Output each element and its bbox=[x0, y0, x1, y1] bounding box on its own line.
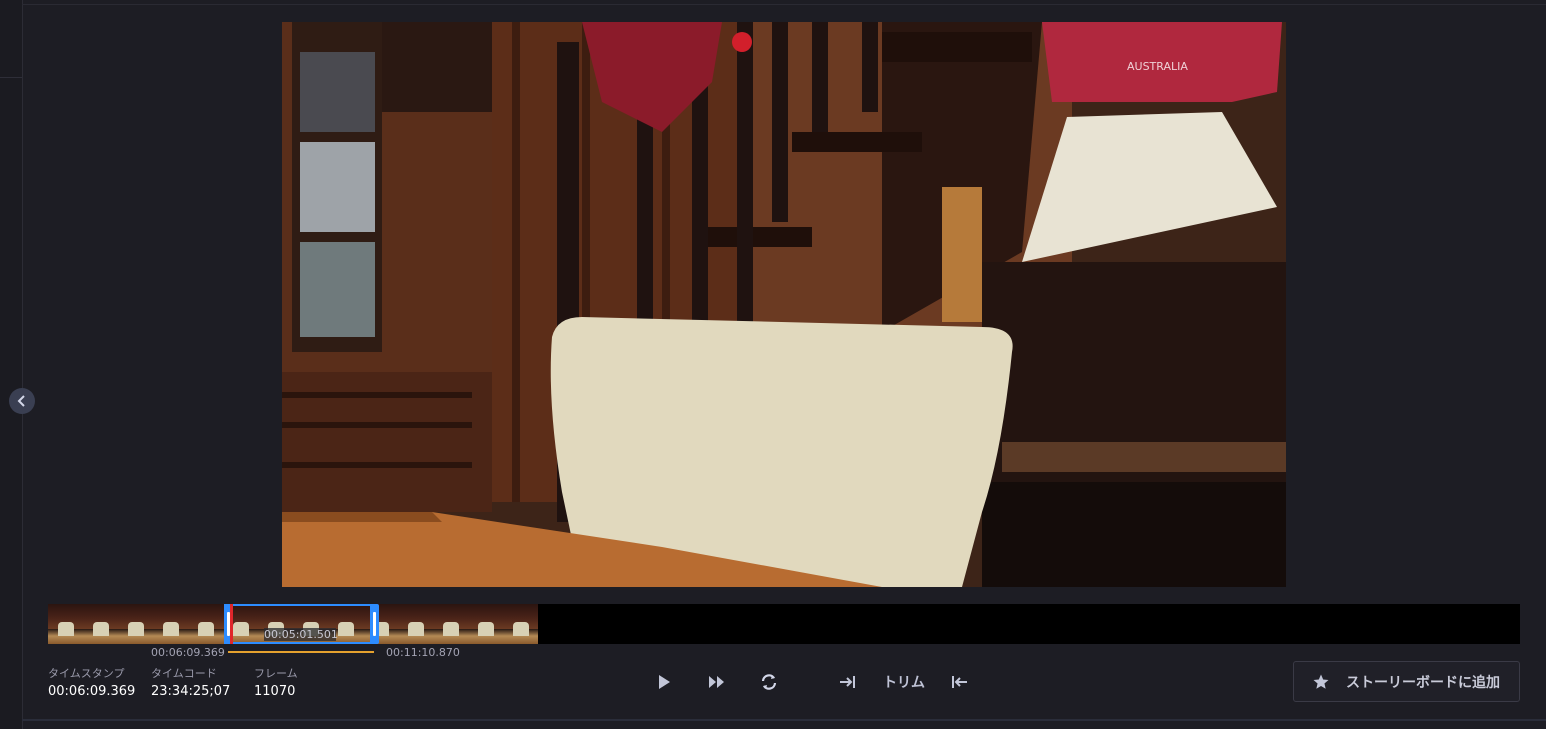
divider bbox=[22, 719, 1546, 721]
timecode-value: 23:34:25;07 bbox=[151, 684, 231, 699]
selection-end-handle[interactable] bbox=[370, 604, 379, 644]
thumbnail bbox=[48, 604, 83, 644]
timecode-label: タイムコード bbox=[151, 667, 217, 680]
frame-info: フレーム 11070 bbox=[254, 665, 298, 699]
timestamp-label: タイムスタンプ bbox=[48, 667, 125, 680]
thumbnail bbox=[118, 604, 153, 644]
frame-label: フレーム bbox=[254, 667, 298, 680]
video-frame: AUSTRALIA bbox=[282, 22, 1286, 587]
divider bbox=[0, 77, 22, 78]
collapse-panel-button[interactable] bbox=[9, 388, 35, 414]
fast-forward-control[interactable] bbox=[708, 675, 726, 689]
set-in-point-control[interactable] bbox=[839, 675, 857, 689]
loop-control[interactable] bbox=[760, 673, 778, 691]
selection-end-time: 00:11:10.870 bbox=[386, 646, 460, 659]
add-to-storyboard-button[interactable]: ストーリーボードに追加 bbox=[1293, 661, 1520, 702]
chevron-left-icon bbox=[17, 395, 25, 407]
loop-button[interactable] bbox=[760, 670, 778, 694]
selection-start-time: 00:06:09.369 bbox=[151, 646, 225, 659]
thumbnail bbox=[153, 604, 188, 644]
trim-button[interactable]: トリム bbox=[883, 670, 925, 694]
left-rail bbox=[0, 0, 23, 729]
play-control[interactable] bbox=[656, 674, 672, 690]
selection-range-line bbox=[228, 651, 374, 653]
bag-print-text: AUSTRALIA bbox=[1127, 60, 1188, 73]
selection-duration: 00:05:01.501 bbox=[264, 628, 338, 641]
timestamp-value: 00:06:09.369 bbox=[48, 684, 136, 699]
play-icon bbox=[659, 675, 670, 689]
timeline-track[interactable]: 00:05:01.501 bbox=[48, 604, 1520, 644]
timestamp-info: タイムスタンプ 00:06:09.369 bbox=[48, 665, 135, 699]
fast-forward-button[interactable] bbox=[708, 670, 726, 694]
set-in-point-icon bbox=[840, 676, 855, 688]
set-out-point-icon bbox=[952, 676, 967, 688]
set-out-point-control[interactable] bbox=[950, 675, 968, 689]
loop-icon bbox=[761, 674, 777, 690]
timecode-info: タイムコード 23:34:25;07 bbox=[151, 665, 230, 699]
frame-value: 11070 bbox=[254, 684, 296, 699]
play-button[interactable] bbox=[656, 670, 672, 694]
star-icon bbox=[1313, 674, 1329, 689]
divider bbox=[22, 4, 1546, 5]
thumbnail bbox=[83, 604, 118, 644]
video-player[interactable]: AUSTRALIA bbox=[282, 22, 1286, 587]
set-in-point-button[interactable] bbox=[839, 670, 857, 694]
thumbnail bbox=[503, 604, 538, 644]
thumbnail bbox=[468, 604, 503, 644]
set-out-point-button[interactable] bbox=[950, 670, 968, 694]
fast-forward-icon bbox=[709, 676, 724, 688]
thumbnail bbox=[188, 604, 223, 644]
thumbnail bbox=[398, 604, 433, 644]
thumbnail bbox=[433, 604, 468, 644]
trim-label: トリム bbox=[883, 675, 925, 691]
add-to-storyboard-label: ストーリーボードに追加 bbox=[1346, 674, 1500, 691]
playhead[interactable] bbox=[230, 604, 233, 644]
